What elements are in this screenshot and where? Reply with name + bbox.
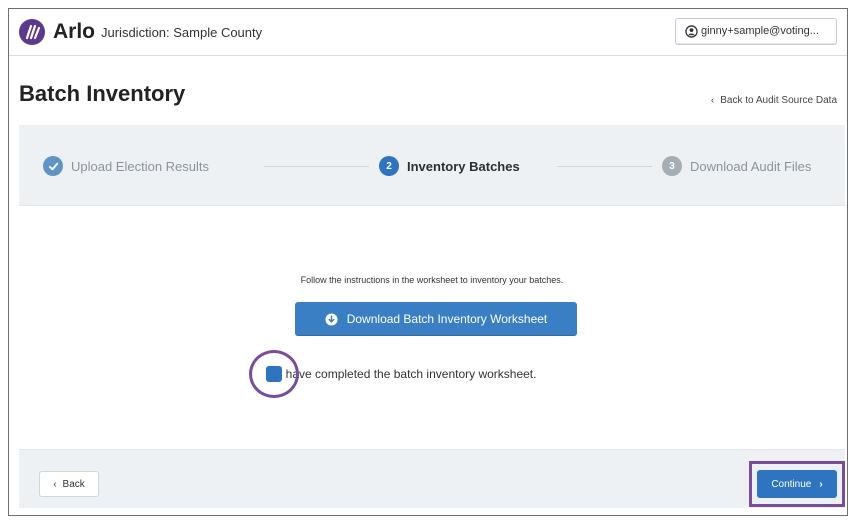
step-label: Download Audit Files <box>690 158 812 174</box>
main-card: Upload Election Results 2 Inventory Batc… <box>19 125 845 508</box>
continue-button-label: Continue <box>771 478 812 490</box>
progress-steps: Upload Election Results 2 Inventory Batc… <box>19 125 845 206</box>
user-menu-button[interactable]: ginny+sample@voting... <box>675 18 837 45</box>
download-button-label: Download Batch Inventory Worksheet <box>346 312 548 326</box>
checkbox-label[interactable]: I have completed the batch inventory wor… <box>279 367 536 381</box>
back-link-label: Back to Audit Source Data <box>720 95 837 106</box>
step-upload-election-results: Upload Election Results <box>43 155 209 177</box>
arlo-logo-icon[interactable] <box>19 19 45 45</box>
card-footer: ‹ Back Continue › <box>19 449 845 508</box>
app-window: Arlo Jurisdiction: Sample County ginny+s… <box>8 8 848 516</box>
step-connector <box>264 166 369 167</box>
continue-button[interactable]: Continue › <box>757 470 837 498</box>
step-connector <box>557 166 652 167</box>
chevron-left-icon: ‹ <box>710 95 715 106</box>
user-email: ginny+sample@voting... <box>701 25 819 37</box>
step-number: 3 <box>662 156 682 176</box>
highlight-ring <box>249 350 299 398</box>
back-to-audit-source-link[interactable]: ‹ Back to Audit Source Data <box>711 95 837 106</box>
chevron-right-icon: › <box>819 478 823 490</box>
step-label: Upload Election Results <box>71 158 210 174</box>
continue-highlight-box: Continue › <box>749 461 845 507</box>
step-download-audit-files: 3 Download Audit Files <box>662 155 811 177</box>
completion-checkbox-row[interactable]: I have completed the batch inventory wor… <box>249 350 536 398</box>
checkmark-icon <box>43 156 63 176</box>
brand-name[interactable]: Arlo <box>53 20 95 44</box>
step-inventory-batches: 2 Inventory Batches <box>379 155 520 177</box>
page-title: Batch Inventory <box>19 81 186 106</box>
user-circle-icon <box>685 25 698 38</box>
download-worksheet-button[interactable]: Download Batch Inventory Worksheet <box>295 302 577 336</box>
chevron-left-icon: ‹ <box>53 478 57 490</box>
step-number: 2 <box>379 156 399 176</box>
jurisdiction-label: Jurisdiction: Sample County <box>101 25 263 40</box>
instructions-text: Follow the instructions in the worksheet… <box>300 275 564 285</box>
back-button[interactable]: ‹ Back <box>39 471 99 497</box>
top-navbar: Arlo Jurisdiction: Sample County ginny+s… <box>9 9 847 56</box>
completed-checkbox[interactable] <box>266 366 282 382</box>
back-button-label: Back <box>62 478 85 490</box>
download-icon <box>325 312 338 326</box>
step-label: Inventory Batches <box>407 158 520 174</box>
